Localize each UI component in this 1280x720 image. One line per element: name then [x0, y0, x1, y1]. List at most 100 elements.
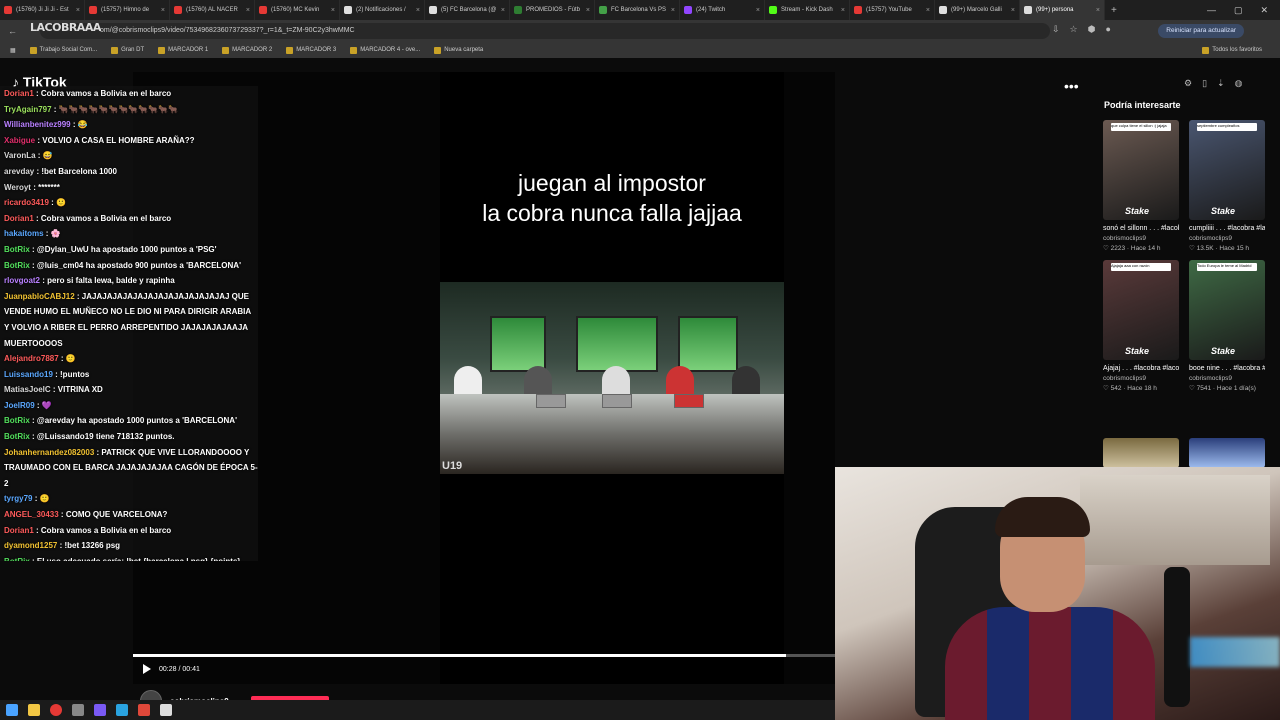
browser-tab[interactable]: (15760) Ji Ji Ji - Est ×: [0, 0, 85, 20]
bookmark-item[interactable]: Nueva carpeta: [434, 46, 483, 54]
recommendation-card[interactable]: Ajajaja aaa con razón Stake Ajajaj . . . #…: [1103, 260, 1179, 394]
star-icon[interactable]: ☆: [1070, 24, 1078, 35]
rec-thumbnail[interactable]: [1189, 438, 1265, 468]
browser-tab[interactable]: (2) Notificaciones / ×: [340, 0, 425, 20]
rec-thumbnail[interactable]: Todo Europa le teme al Madrid Stake: [1189, 260, 1265, 360]
close-tab-icon[interactable]: ×: [926, 7, 930, 14]
new-tab-icon[interactable]: +: [1105, 5, 1117, 16]
chat-username[interactable]: BotRix: [4, 245, 30, 254]
chat-username[interactable]: Dorian1: [4, 214, 34, 223]
app-icon[interactable]: [160, 704, 172, 716]
rec-thumbnail[interactable]: que culpa tiene el sillon :) jajaja Stake: [1103, 120, 1179, 220]
browser-tab[interactable]: FC Barcelona Vs PS ×: [595, 0, 680, 20]
chat-username[interactable]: TryAgain797: [4, 105, 52, 114]
chat-username[interactable]: Willianbenitez999: [4, 120, 71, 129]
video-progress-bar[interactable]: [133, 654, 835, 657]
close-tab-icon[interactable]: ×: [246, 7, 250, 14]
chat-username[interactable]: BotRix: [4, 432, 30, 441]
chat-username[interactable]: ANGEL_30433: [4, 510, 59, 519]
rec-author[interactable]: cobrismoclips9: [1189, 374, 1265, 384]
chat-username[interactable]: JuanpabloCABJ12: [4, 292, 75, 301]
all-bookmarks[interactable]: Todos los favoritos: [1202, 46, 1280, 54]
chat-username[interactable]: Alejandro7887: [4, 354, 59, 363]
browser-tab[interactable]: (15760) AL NACER ×: [170, 0, 255, 20]
bookmark-item[interactable]: Gran DT: [111, 46, 144, 54]
avatar[interactable]: ◍: [1235, 78, 1243, 89]
chat-username[interactable]: BotRix: [4, 557, 30, 561]
bookmark-item[interactable]: MARCADOR 1: [158, 46, 208, 54]
install-icon[interactable]: ⇩: [1052, 24, 1060, 35]
chat-username[interactable]: arevday: [4, 167, 34, 176]
minimize-icon[interactable]: —: [1207, 5, 1216, 16]
chat-username[interactable]: dyamond1257: [4, 541, 57, 550]
extension-icon[interactable]: ⬢: [1088, 24, 1096, 35]
browser-tab[interactable]: PROMEDIOS - Fútb ×: [510, 0, 595, 20]
rec-thumbnail[interactable]: septiembre cumpleaños Stake: [1189, 120, 1265, 220]
chat-username[interactable]: hakaitoms: [4, 229, 44, 238]
download-icon[interactable]: ⇣: [1217, 78, 1225, 89]
chat-username[interactable]: Dorian1: [4, 526, 34, 535]
recommendation-card[interactable]: septiembre cumpleaños Stake cumpliiii . . …: [1189, 120, 1265, 254]
chat-username[interactable]: tyrgy79: [4, 494, 32, 503]
close-tab-icon[interactable]: ×: [501, 7, 505, 14]
rec-author[interactable]: cobrismoclips9: [1103, 234, 1179, 244]
app-icon[interactable]: [72, 704, 84, 716]
chat-username[interactable]: BotRix: [4, 261, 30, 270]
chat-username[interactable]: ricardo3419: [4, 198, 49, 207]
file-explorer-icon[interactable]: [28, 704, 40, 716]
chat-username[interactable]: Weroyt: [4, 183, 31, 192]
browser-tab[interactable]: (5) FC Barcelona (@ ×: [425, 0, 510, 20]
close-window-icon[interactable]: ✕: [1260, 5, 1268, 16]
rec-author[interactable]: cobrismoclips9: [1103, 374, 1179, 384]
chat-username[interactable]: rlovgoat2: [4, 276, 40, 285]
chat-username[interactable]: Dorian1: [4, 89, 34, 98]
bookmark-item[interactable]: Trabajo Social Com...: [29, 46, 97, 54]
app-icon[interactable]: [138, 704, 150, 716]
app-icon[interactable]: [94, 704, 106, 716]
profile-icon[interactable]: ●: [1105, 24, 1110, 35]
bookmark-item[interactable]: MARCADOR 4 - ove...: [350, 46, 420, 54]
recommendation-card[interactable]: Todo Europa le teme al Madrid Stake booe n…: [1189, 260, 1265, 394]
chat-username[interactable]: Xabigue: [4, 136, 35, 145]
url-field[interactable]: om/@cobrismoclips9/video/753496823607372…: [40, 23, 1050, 39]
chat-username[interactable]: MatiasJoelC: [4, 385, 51, 394]
bookmark-item[interactable]: MARCADOR 3: [286, 46, 336, 54]
phone-icon[interactable]: ▯: [1202, 78, 1207, 89]
browser-tab[interactable]: (15760) MC Kevin ×: [255, 0, 340, 20]
close-tab-icon[interactable]: ×: [1096, 7, 1100, 14]
rec-thumbnail[interactable]: [1103, 438, 1179, 468]
browser-tab[interactable]: (15757) Himno de ×: [85, 0, 170, 20]
browser-tab[interactable]: (99+) persona ×: [1020, 0, 1105, 20]
maximize-icon[interactable]: ▢: [1234, 5, 1243, 16]
settings-icon[interactable]: ⚙: [1184, 78, 1192, 89]
bookmark-item[interactable]: MARCADOR 2: [222, 46, 272, 54]
chat-username[interactable]: VaronLa: [4, 151, 36, 160]
browser-tab[interactable]: (15757) YouTube ×: [850, 0, 935, 20]
close-tab-icon[interactable]: ×: [671, 7, 675, 14]
chat-username[interactable]: BotRix: [4, 416, 30, 425]
rec-author[interactable]: cobrismoclips9: [1189, 234, 1265, 244]
browser-tab[interactable]: Stream - Kick Dash ×: [765, 0, 850, 20]
browser-tab[interactable]: (24) Twitch ×: [680, 0, 765, 20]
close-tab-icon[interactable]: ×: [841, 7, 845, 14]
close-tab-icon[interactable]: ×: [416, 7, 420, 14]
app-icon[interactable]: [116, 704, 128, 716]
rec-thumbnail[interactable]: Ajajaja aaa con razón Stake: [1103, 260, 1179, 360]
back-icon[interactable]: ←: [8, 26, 17, 36]
close-tab-icon[interactable]: ×: [1011, 7, 1015, 14]
chrome-icon[interactable]: [50, 704, 62, 716]
chat-username[interactable]: Johanhernandez082003: [4, 448, 94, 457]
browser-tab[interactable]: (99+) Marcelo Galli ×: [935, 0, 1020, 20]
update-browser-button[interactable]: Reiniciar para actualizar: [1158, 24, 1244, 38]
close-tab-icon[interactable]: ×: [331, 7, 335, 14]
close-tab-icon[interactable]: ×: [161, 7, 165, 14]
play-icon[interactable]: [143, 664, 151, 674]
close-tab-icon[interactable]: ×: [756, 7, 760, 14]
close-tab-icon[interactable]: ×: [586, 7, 590, 14]
apps-icon[interactable]: ▦: [10, 47, 16, 54]
close-tab-icon[interactable]: ×: [76, 7, 80, 14]
chat-username[interactable]: Luissando19: [4, 370, 53, 379]
windows-start-icon[interactable]: [6, 704, 18, 716]
chat-username[interactable]: JoelR09: [4, 401, 35, 410]
more-options-icon[interactable]: •••: [1064, 78, 1079, 94]
